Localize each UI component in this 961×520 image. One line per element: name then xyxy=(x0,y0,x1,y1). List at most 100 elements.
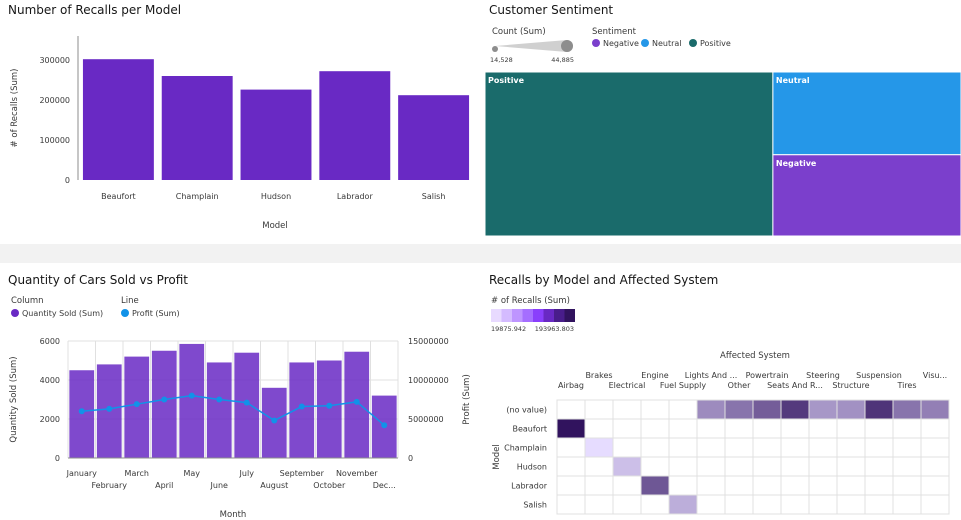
y-tick-label: (no value) xyxy=(506,406,547,415)
heatmap-cell xyxy=(920,399,950,420)
heatmap-cell xyxy=(808,418,838,439)
heatmap-cell xyxy=(780,399,810,420)
size-legend-title: Count (Sum) xyxy=(492,27,546,37)
sentiment-panel: Customer Sentiment Count (Sum) 14,528 44,8… xyxy=(480,0,961,244)
legend-label-negative: Negative xyxy=(603,39,639,48)
y-tick-label: Champlain xyxy=(504,444,547,453)
heatmap-cell xyxy=(584,475,614,496)
heat-legend-title: # of Recalls (Sum) xyxy=(491,296,570,306)
heatmap-cell xyxy=(640,437,670,458)
bar-beaufort xyxy=(82,59,154,181)
x-tick-label: Tires xyxy=(896,381,916,390)
x-axis-title: Affected System xyxy=(720,351,790,361)
heatmap-cell xyxy=(640,494,670,515)
color-legend-title: Sentiment xyxy=(592,27,637,37)
bar-3 xyxy=(151,350,177,458)
heatmap-cell xyxy=(808,437,838,458)
heatmap-cell xyxy=(892,418,922,439)
x-tick-label: Structure xyxy=(832,381,869,390)
x-tick-label: Beaufort xyxy=(101,192,136,201)
treemap-label-positive: Positive xyxy=(488,76,525,85)
heatmap-cell xyxy=(752,475,782,496)
heatmap-cell xyxy=(920,475,950,496)
bar-champlain xyxy=(161,76,233,180)
y-axis-title: # of Recalls (Sum) xyxy=(10,69,20,148)
heatmap-cell xyxy=(864,456,894,477)
heatmap-cell xyxy=(584,418,614,439)
x-tick-label: June xyxy=(210,481,229,490)
x-tick-label: Lights And ... xyxy=(685,371,737,380)
profit-point xyxy=(353,398,360,405)
heatmap-cell xyxy=(836,494,866,515)
legend-dot-negative xyxy=(592,39,600,47)
heatmap-cell xyxy=(920,437,950,458)
heatmap-cell xyxy=(584,399,614,420)
y-tick-label: 0 xyxy=(65,176,70,185)
profit-point xyxy=(161,396,168,403)
heatmap-cell xyxy=(668,456,698,477)
heatmap-cell xyxy=(892,437,922,458)
bar-4 xyxy=(179,343,205,458)
heatmap-cell xyxy=(612,418,642,439)
heatmap-cell xyxy=(920,456,950,477)
x-axis-title: Model xyxy=(262,221,288,231)
heatmap-cell xyxy=(584,456,614,477)
size-legend-max-dot xyxy=(561,40,573,52)
y-tick-label: 300000 xyxy=(39,56,70,65)
combo-chart: Column Quantity Sold (Sum) Line Profit (Sum… xyxy=(9,296,472,520)
x-tick-label: April xyxy=(155,481,173,490)
heatmap-cell xyxy=(836,399,866,420)
combo-panel: Quantity of Cars Sold vs Profit Column Qu… xyxy=(0,263,480,520)
y-axis-title: Quantity Sold (Sum) xyxy=(9,356,19,442)
heatmap-cell xyxy=(724,418,754,439)
x-tick-label: September xyxy=(280,469,325,478)
heat-legend-swatch xyxy=(543,309,554,322)
heatmap-cell xyxy=(724,494,754,515)
heatmap-cell xyxy=(556,437,586,458)
treemap-label-neutral: Neutral xyxy=(776,76,810,85)
heatmap-cell xyxy=(752,437,782,458)
profit-point xyxy=(106,405,113,412)
heatmap-cell xyxy=(752,399,782,420)
bar-10 xyxy=(344,351,370,458)
heatmap-cell xyxy=(724,437,754,458)
heatmap-cell xyxy=(780,437,810,458)
heat-legend-swatch xyxy=(501,309,512,322)
heatmap-cell xyxy=(808,456,838,477)
legend-label-positive: Positive xyxy=(700,39,731,48)
x-tick-label: Engine xyxy=(641,371,668,380)
heatmap-cell xyxy=(668,475,698,496)
profit-point xyxy=(298,403,305,410)
x-tick-label: Dec... xyxy=(373,481,396,490)
y-tick-label: 6000 xyxy=(40,337,60,346)
heat-legend-swatch xyxy=(554,309,565,322)
heat-legend-min: 19875.942 xyxy=(491,325,526,333)
heatmap-cell xyxy=(556,418,586,439)
x-tick-label: August xyxy=(260,481,288,490)
heatmap-cell xyxy=(780,418,810,439)
column-legend-title: Column xyxy=(11,296,44,306)
y-tick-label: Beaufort xyxy=(512,425,547,434)
heatmap-cell xyxy=(892,399,922,420)
heatmap-chart: # of Recalls (Sum) 19875.942 193963.803 Aff… xyxy=(491,296,950,515)
heatmap-cell xyxy=(612,494,642,515)
size-legend-max: 44,885 xyxy=(551,56,574,64)
size-legend-min-dot xyxy=(492,46,498,52)
heatmap-cell xyxy=(612,437,642,458)
sentiment-chart: Count (Sum) 14,528 44,885 Sentiment Negative… xyxy=(484,27,961,237)
heatmap-cell xyxy=(696,475,726,496)
heat-legend-swatch xyxy=(533,309,544,322)
heatmap-cell xyxy=(584,494,614,515)
profit-point xyxy=(188,392,195,399)
legend-dot-positive xyxy=(689,39,697,47)
y2-tick-label: 15000000 xyxy=(408,337,449,346)
heatmap-cell xyxy=(920,418,950,439)
heatmap-cell xyxy=(696,494,726,515)
heatmap-cell xyxy=(696,437,726,458)
recalls-panel: Number of Recalls per Model 0 100000 20000… xyxy=(0,0,480,244)
heatmap-cell xyxy=(892,494,922,515)
heatmap-cell xyxy=(668,399,698,420)
heatmap-cell xyxy=(612,456,642,477)
x-tick-label: Other xyxy=(728,381,751,390)
heatmap-cell xyxy=(808,494,838,515)
